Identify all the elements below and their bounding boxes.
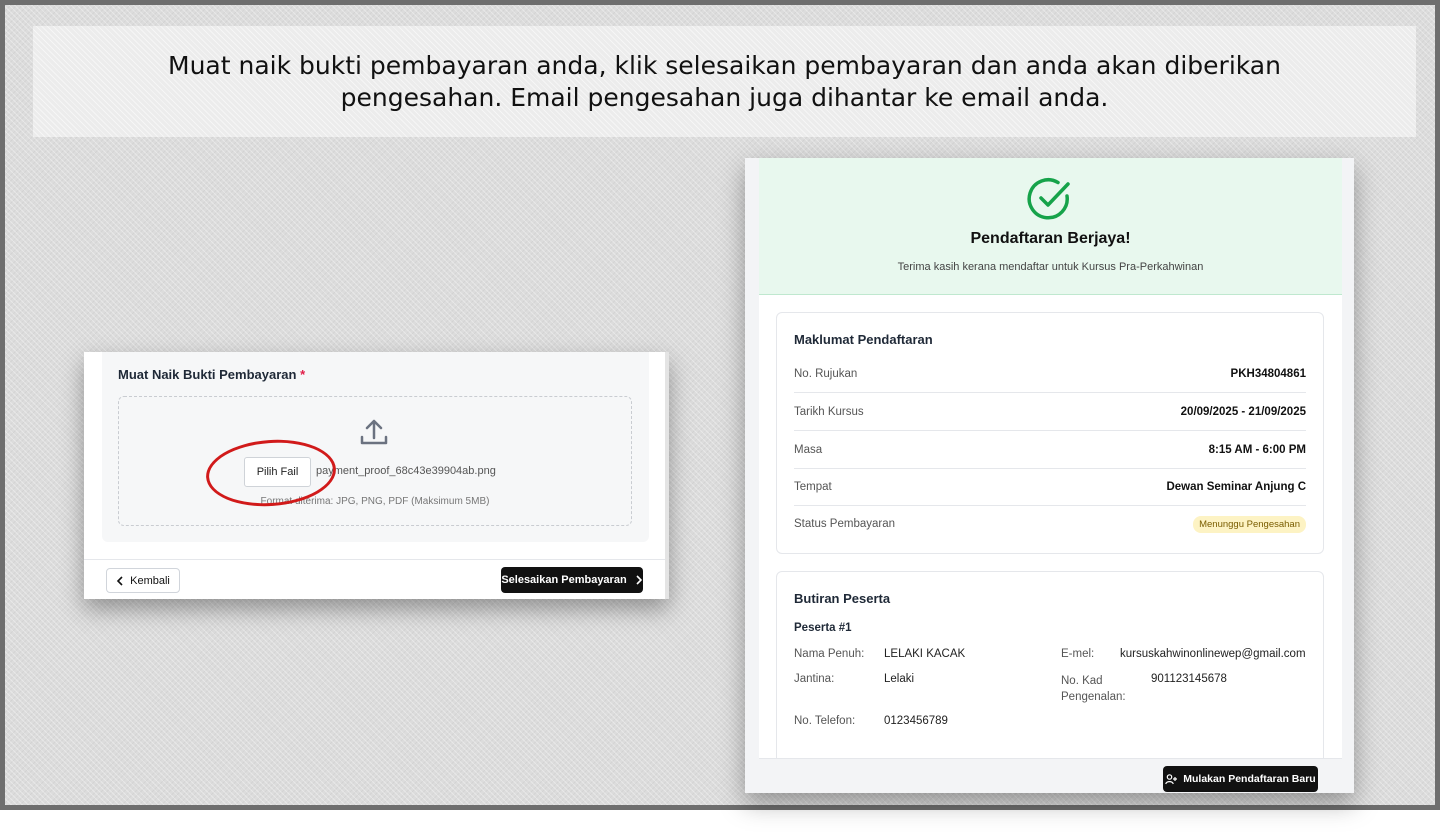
success-header: Pendaftaran Berjaya! Terima kasih kerana… (759, 158, 1342, 295)
ic-label: No. Kad Pengenalan: (1061, 675, 1126, 703)
required-mark: * (300, 367, 306, 382)
check-circle-icon (1027, 178, 1070, 220)
payment-status-badge: Menunggu Pengesahan (1193, 515, 1306, 533)
success-title: Pendaftaran Berjaya! (970, 230, 1131, 247)
name-label: Nama Penuh: (794, 648, 865, 660)
info-row-time: Masa 8:15 AM - 6:00 PM (794, 431, 1306, 469)
new-registration-button[interactable]: Mulakan Pendaftaran Baru (1163, 766, 1318, 792)
selected-file-name: payment_proof_68c43e39904ab.png (316, 465, 496, 477)
phone-label: No. Telefon: (794, 715, 856, 727)
info-label: Status Pembayaran (794, 518, 896, 530)
card-side-strip-left (745, 158, 759, 793)
instruction-text: Muat naik bukti pembayaran anda, klik se… (168, 50, 1281, 112)
success-card-footer: Mulakan Pendaftaran Baru (759, 758, 1342, 793)
upload-title-text: Muat Naik Bukti Pembayaran (118, 367, 297, 382)
info-row-reference: No. Rujukan PKH34804861 (794, 355, 1306, 393)
registration-info-box: Maklumat Pendaftaran No. Rujukan PKH3480… (776, 312, 1324, 554)
name-value: LELAKI KACAK (884, 648, 966, 660)
info-value: 8:15 AM - 6:00 PM (1208, 443, 1306, 456)
gender-label: Jantina: (794, 673, 835, 685)
info-label: Tarikh Kursus (794, 405, 864, 418)
user-plus-icon (1165, 773, 1178, 784)
info-value: PKH34804861 (1230, 367, 1306, 380)
file-dropzone[interactable]: Pilih Fail payment_proof_68c43e39904ab.p… (118, 396, 632, 526)
upload-section: Muat Naik Bukti Pembayaran * Pilih Fail … (102, 352, 649, 542)
new-registration-label: Mulakan Pendaftaran Baru (1183, 773, 1316, 785)
registration-info-title: Maklumat Pendaftaran (794, 332, 933, 347)
participant-number: Peserta #1 (794, 622, 852, 634)
success-subtitle: Terima kasih kerana mendaftar untuk Kurs… (897, 261, 1204, 273)
accepted-formats-note: Format diterima: JPG, PNG, PDF (Maksimum… (260, 496, 490, 507)
info-value: Dewan Seminar Anjung C (1166, 480, 1306, 493)
registration-success-card: Pendaftaran Berjaya! Terima kasih kerana… (745, 158, 1354, 793)
chevron-right-icon (636, 575, 642, 585)
email-label: E-mel: (1061, 648, 1095, 660)
upload-icon (360, 419, 388, 445)
upload-card-footer: Kembali Selesaikan Pembayaran (84, 559, 665, 599)
info-row-venue: Tempat Dewan Seminar Anjung C (794, 468, 1306, 506)
gender-value: Lelaki (884, 673, 915, 685)
screenshot-frame: Muat naik bukti pembayaran anda, klik se… (0, 0, 1440, 810)
chevron-left-icon (116, 575, 123, 586)
email-value: kursuskahwinonlinewep@gmail.com (1120, 648, 1306, 660)
instruction-banner: Muat naik bukti pembayaran anda, klik se… (33, 26, 1416, 137)
info-label: Tempat (794, 480, 832, 493)
back-button-label: Kembali (130, 574, 170, 587)
finish-payment-button[interactable]: Selesaikan Pembayaran (501, 567, 643, 593)
upload-title: Muat Naik Bukti Pembayaran * (118, 367, 305, 382)
card-side-strip-right (1342, 158, 1354, 793)
finish-payment-label: Selesaikan Pembayaran (501, 574, 627, 586)
info-row-payment-status: Status Pembayaran Menunggu Pengesahan (794, 505, 1306, 543)
info-value: 20/09/2025 - 21/09/2025 (1180, 405, 1306, 418)
upload-card: Muat Naik Bukti Pembayaran * Pilih Fail … (84, 352, 669, 599)
info-label: No. Rujukan (794, 367, 858, 380)
phone-value: 0123456789 (884, 715, 948, 727)
back-button[interactable]: Kembali (106, 568, 180, 593)
participant-details-title: Butiran Peserta (794, 591, 891, 606)
info-label: Masa (794, 443, 823, 456)
info-row-course-date: Tarikh Kursus 20/09/2025 - 21/09/2025 (794, 393, 1306, 431)
ic-value: 901123145678 (1151, 673, 1227, 685)
